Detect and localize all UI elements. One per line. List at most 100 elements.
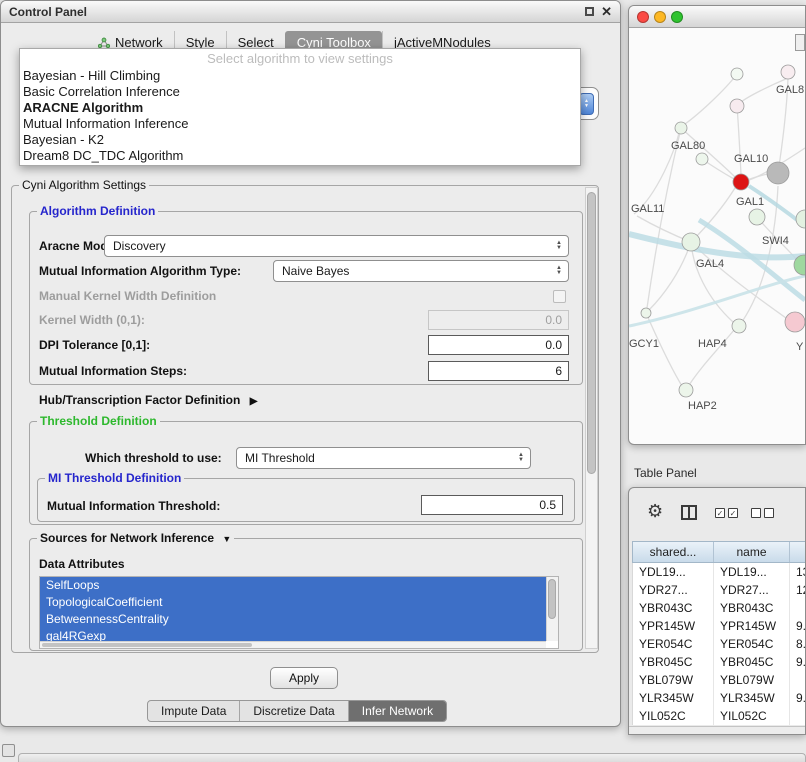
network-node[interactable] bbox=[675, 122, 687, 134]
list-scrollbar-thumb[interactable] bbox=[42, 643, 252, 647]
mi-algorithm-type-combobox[interactable]: Naive Bayes bbox=[273, 260, 569, 282]
cell bbox=[790, 707, 806, 725]
tab-discretize-data[interactable]: Discretize Data bbox=[239, 701, 347, 721]
network-node[interactable] bbox=[785, 312, 805, 332]
apply-button[interactable]: Apply bbox=[270, 667, 338, 689]
bottom-panel-strip[interactable] bbox=[18, 753, 806, 762]
table-row[interactable]: YDL19... YDL19... 13 bbox=[632, 563, 806, 581]
network-node[interactable] bbox=[682, 233, 700, 251]
collapsed-panel-button[interactable] bbox=[2, 744, 15, 757]
table-row[interactable]: YPR145W YPR145W 9. bbox=[632, 617, 806, 635]
kernel-width-field[interactable]: 0.0 bbox=[428, 310, 569, 330]
network-node[interactable] bbox=[679, 383, 693, 397]
column-header[interactable] bbox=[790, 542, 806, 562]
mi-threshold-field[interactable]: 0.5 bbox=[421, 495, 563, 515]
cell bbox=[790, 599, 806, 617]
network-tab-icon bbox=[98, 37, 110, 49]
network-node[interactable] bbox=[781, 65, 795, 79]
table-row[interactable]: YLR345W YLR345W 9. bbox=[632, 689, 806, 707]
column-header[interactable]: name bbox=[714, 542, 790, 562]
network-node-label: HAP2 bbox=[688, 400, 717, 412]
network-node[interactable] bbox=[749, 209, 765, 225]
table-row[interactable]: YBR043C YBR043C bbox=[632, 599, 806, 617]
attribute-item-selected[interactable]: TopologicalCoefficient bbox=[40, 594, 546, 611]
combobox-stepper-icon bbox=[514, 450, 528, 466]
dpi-tolerance-label: DPI Tolerance [0,1]: bbox=[39, 338, 150, 352]
sources-group-toggle[interactable]: Sources for Network Inference bbox=[37, 531, 234, 547]
columns-icon[interactable] bbox=[681, 505, 697, 520]
select-all-icon[interactable] bbox=[715, 508, 738, 518]
combobox-stepper-icon bbox=[552, 238, 566, 254]
manual-kernel-width-checkbox[interactable] bbox=[553, 290, 566, 303]
attribute-item-selected[interactable]: BetweennessCentrality bbox=[40, 611, 546, 628]
network-node[interactable] bbox=[641, 308, 651, 318]
table-row[interactable]: YBL079W YBL079W bbox=[632, 671, 806, 689]
algorithm-option[interactable]: Bayesian - K2 bbox=[20, 132, 580, 148]
list-vertical-scrollbar[interactable] bbox=[546, 577, 558, 641]
table-row[interactable]: YBR045C YBR045C 9. bbox=[632, 653, 806, 671]
float-window-icon[interactable] bbox=[585, 7, 594, 16]
control-panel-titlebar[interactable]: Control Panel ✕ bbox=[1, 1, 620, 23]
network-node-label: GAL8 bbox=[776, 84, 804, 96]
cell: YBR043C bbox=[714, 599, 790, 617]
network-node-label: SWI4 bbox=[762, 235, 789, 247]
kernel-width-label: Kernel Width (0,1): bbox=[39, 313, 145, 327]
dpi-tolerance-field[interactable]: 0.0 bbox=[428, 335, 569, 355]
minimize-traffic-icon[interactable] bbox=[654, 11, 666, 23]
network-node[interactable] bbox=[696, 153, 708, 165]
checked-box-icon bbox=[715, 508, 725, 518]
settings-scrollbar-thumb[interactable] bbox=[587, 192, 596, 474]
algorithm-option-selected[interactable]: ARACNE Algorithm bbox=[20, 100, 580, 116]
network-window-titlebar[interactable] bbox=[629, 6, 805, 28]
algorithm-option[interactable]: Dream8 DC_TDC Algorithm bbox=[20, 148, 580, 164]
hub-definition-label: Hub/Transcription Factor Definition bbox=[39, 393, 240, 407]
close-window-icon[interactable]: ✕ bbox=[601, 6, 612, 17]
settings-scrollbar[interactable] bbox=[585, 187, 598, 649]
list-horizontal-scrollbar[interactable] bbox=[40, 641, 546, 648]
mi-steps-field[interactable]: 6 bbox=[428, 361, 569, 381]
cell: YIL052C bbox=[633, 707, 714, 725]
hub-definition-toggle[interactable]: Hub/Transcription Factor Definition bbox=[39, 393, 257, 407]
combobox-stepper-icon bbox=[552, 263, 566, 279]
aracne-mode-combobox[interactable]: Discovery bbox=[104, 235, 569, 257]
network-node[interactable] bbox=[733, 174, 749, 190]
list-scrollbar-thumb[interactable] bbox=[548, 579, 556, 619]
network-node[interactable] bbox=[732, 319, 746, 333]
network-node[interactable] bbox=[730, 99, 744, 113]
cell: YPR145W bbox=[714, 617, 790, 635]
table-row[interactable]: YDR27... YDR27... 12 bbox=[632, 581, 806, 599]
cell: 13 bbox=[790, 563, 806, 581]
data-attributes-list[interactable]: SelfLoops TopologicalCoefficient Between… bbox=[39, 576, 559, 649]
attribute-item-selected[interactable]: SelfLoops bbox=[40, 577, 546, 594]
zoom-traffic-icon[interactable] bbox=[671, 11, 683, 23]
mi-algorithm-type-label: Mutual Information Algorithm Type: bbox=[39, 264, 241, 278]
network-node[interactable] bbox=[767, 162, 789, 184]
cell: YPR145W bbox=[633, 617, 714, 635]
cell: YDL19... bbox=[633, 563, 714, 581]
collapse-arrow-icon bbox=[222, 531, 231, 547]
tab-infer-network[interactable]: Infer Network bbox=[348, 701, 446, 721]
table-horizontal-scrollbar[interactable] bbox=[629, 726, 805, 734]
algorithm-option[interactable]: Mutual Information Inference bbox=[20, 116, 580, 132]
table-row[interactable]: YER054C YER054C 8. bbox=[632, 635, 806, 653]
algorithm-option[interactable]: Bayesian - Hill Climbing bbox=[20, 68, 580, 84]
network-node[interactable] bbox=[796, 210, 805, 228]
which-threshold-combobox[interactable]: MI Threshold bbox=[236, 447, 531, 469]
network-node-label: Y bbox=[796, 341, 804, 353]
which-threshold-label: Which threshold to use: bbox=[85, 451, 222, 465]
dropdown-placeholder: Select algorithm to view settings bbox=[20, 49, 580, 68]
tab-impute-data[interactable]: Impute Data bbox=[148, 701, 239, 721]
deselect-all-icon[interactable] bbox=[751, 508, 774, 518]
close-traffic-icon[interactable] bbox=[637, 11, 649, 23]
cell: YBL079W bbox=[714, 671, 790, 689]
checked-box-icon bbox=[728, 508, 738, 518]
table-row[interactable]: YIL052C YIL052C bbox=[632, 707, 806, 725]
network-canvas[interactable]: GAL8GAL80GAL10GAL11GAL1SWI4GAL4GCY1HAP4H… bbox=[629, 28, 805, 444]
cell: YBR045C bbox=[714, 653, 790, 671]
cell bbox=[790, 671, 806, 689]
window-buttons: ✕ bbox=[585, 6, 612, 17]
algorithm-option[interactable]: Basic Correlation Inference bbox=[20, 84, 580, 100]
gear-icon[interactable]: ⚙ bbox=[647, 502, 663, 520]
network-node[interactable] bbox=[731, 68, 743, 80]
column-header[interactable]: shared... bbox=[633, 542, 714, 562]
